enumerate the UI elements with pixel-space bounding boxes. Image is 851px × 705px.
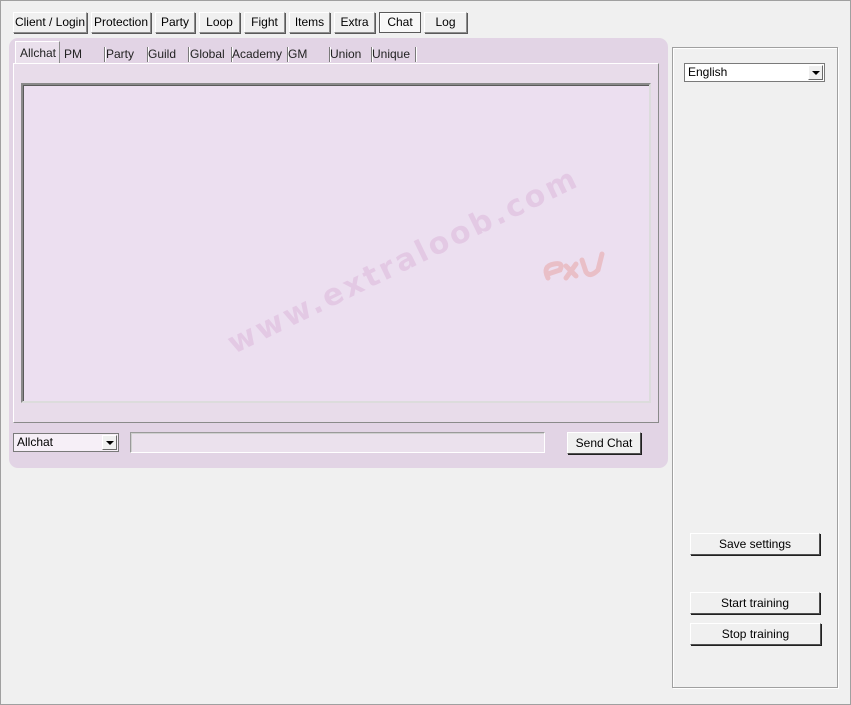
chat-channel-select[interactable]: Allchat [13,433,119,452]
watermark-logo-icon [543,251,605,281]
chat-tab-label: Guild [148,47,177,61]
chevron-down-icon[interactable] [102,435,117,450]
chat-tab-allchat[interactable]: Allchat [15,41,60,63]
tab-protection[interactable]: Protection [91,12,151,33]
chat-tab-label: Union [330,47,362,61]
chat-tab-label: Allchat [20,46,57,60]
tab-extra[interactable]: Extra [334,12,375,33]
chat-tab-guild[interactable]: Guild [144,45,189,63]
chat-tab-unique[interactable]: Unique [368,45,416,63]
chat-tab-label: Academy [232,47,283,61]
tab-loop[interactable]: Loop [199,12,240,33]
tab-fight[interactable]: Fight [244,12,285,33]
stop-training-button[interactable]: Stop training [690,623,821,645]
chat-tab-global[interactable]: Global [186,45,232,63]
tab-items[interactable]: Items [289,12,330,33]
chat-tab-academy[interactable]: Academy [228,45,288,63]
chat-tab-label: PM [64,47,82,61]
chat-channel-value: Allchat [17,435,54,449]
chat-tab-label: Global [190,47,225,61]
chat-tab-label: Unique [372,47,411,61]
tab-chat[interactable]: Chat [379,12,421,33]
language-select[interactable]: English [684,63,825,82]
chat-tab-label: Party [106,47,135,61]
send-chat-button[interactable]: Send Chat [567,432,641,454]
chat-tab-union[interactable]: Union [326,45,372,63]
chat-tab-party[interactable]: Party [102,45,148,63]
language-value: English [688,65,728,79]
chat-tab-pm[interactable]: PM [60,45,105,63]
tab-client-login[interactable]: Client / Login [13,12,87,33]
chat-message-input[interactable] [130,432,545,453]
chevron-down-icon[interactable] [808,65,823,80]
tab-log[interactable]: Log [424,12,467,33]
save-settings-button[interactable]: Save settings [690,533,820,555]
chat-tab-label: GM [288,47,308,61]
chat-tab-gm[interactable]: GM [284,45,330,63]
tab-party[interactable]: Party [155,12,195,33]
start-training-button[interactable]: Start training [690,592,820,614]
